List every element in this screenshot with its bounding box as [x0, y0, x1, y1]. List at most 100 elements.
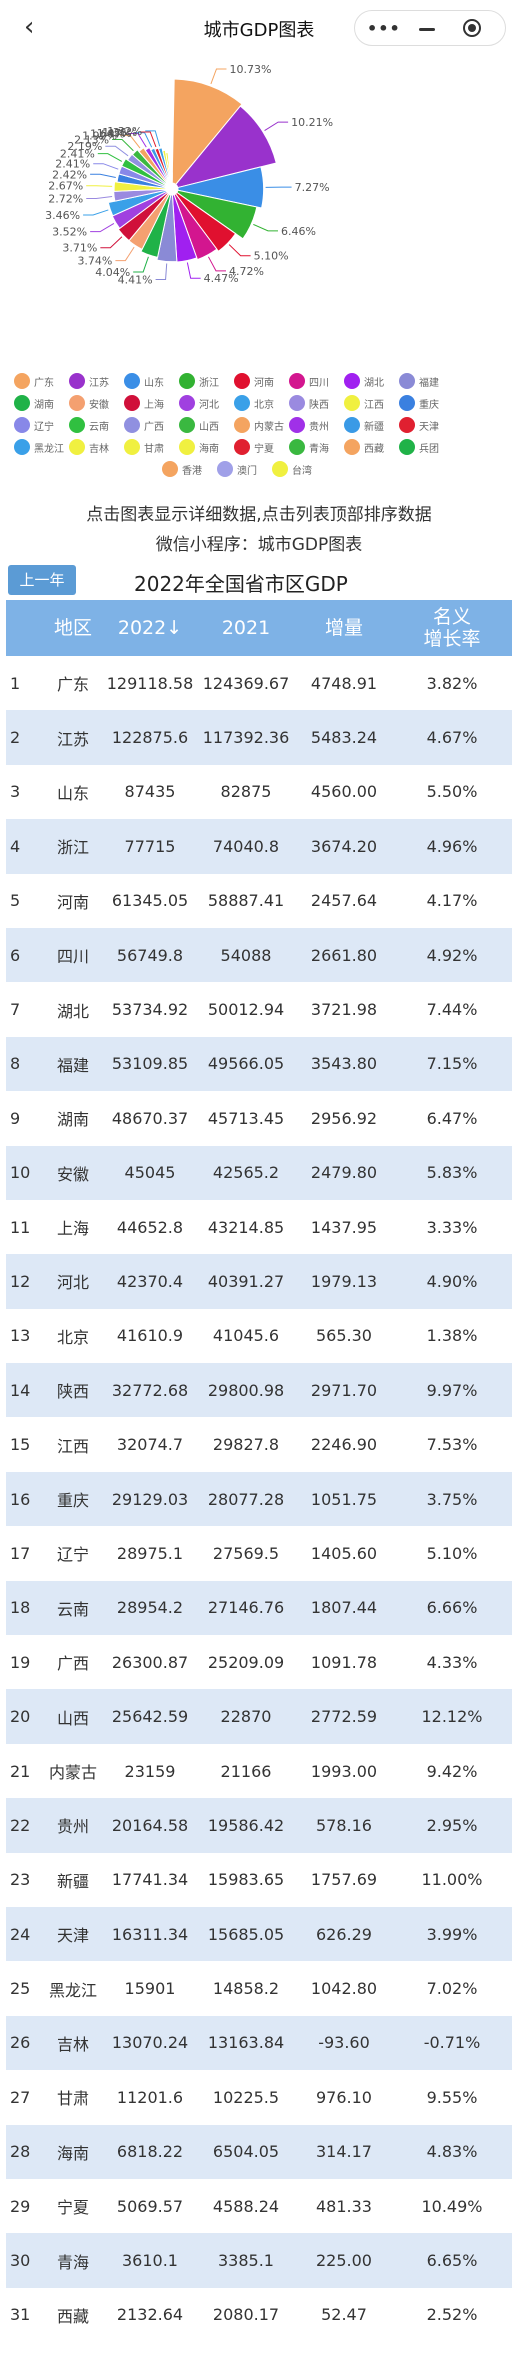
- table-row[interactable]: 10 安徽 45045 42565.2 2479.80 5.83%: [6, 1145, 512, 1200]
- legend-item[interactable]: 安徽: [69, 395, 124, 411]
- table-row[interactable]: 25 黑龙江 15901 14858.2 1042.80 7.02%: [6, 1961, 512, 2015]
- legend-item[interactable]: 天津: [399, 417, 454, 433]
- table-row[interactable]: 27 甘肃 11201.6 10225.5 976.10 9.55%: [6, 2070, 512, 2124]
- table-row[interactable]: 13 北京 41610.9 41045.6 565.30 1.38%: [6, 1309, 512, 1363]
- table-row[interactable]: 9 湖南 48670.37 45713.45 2956.92 6.47%: [6, 1091, 512, 1145]
- legend-item[interactable]: 西藏: [344, 439, 399, 455]
- legend-item[interactable]: 山东: [124, 373, 179, 389]
- pie-label-line: [253, 223, 278, 232]
- table-row[interactable]: 28 海南 6818.22 6504.05 314.17 4.83%: [6, 2124, 512, 2179]
- table-row[interactable]: 24 天津 16311.34 15685.05 626.29 3.99%: [6, 1906, 512, 1962]
- gdp-rose-pie-chart[interactable]: 10.73%10.21%7.27%6.46%5.10%4.72%4.47%4.4…: [0, 56, 518, 366]
- table-row[interactable]: 19 广西 26300.87 25209.09 1091.78 4.33%: [6, 1635, 512, 1689]
- legend-item[interactable]: 四川: [289, 373, 344, 389]
- cell-region: 安徽: [42, 1145, 104, 1200]
- legend-item[interactable]: 湖南: [14, 395, 69, 411]
- legend-dot-icon: [14, 417, 30, 433]
- header-2022[interactable]: 2022↓: [104, 600, 196, 656]
- cell-2022: 28975.1: [116, 1543, 184, 1563]
- legend-item[interactable]: 湖北: [344, 373, 399, 389]
- cell-2022: 25642.59: [104, 1689, 196, 1744]
- prev-year-button[interactable]: 上一年: [8, 565, 76, 595]
- legend-item[interactable]: 河南: [234, 373, 289, 389]
- legend-item[interactable]: 陕西: [289, 395, 344, 411]
- table-row[interactable]: 26 吉林 13070.24 13163.84 -93.60 -0.71%: [6, 2015, 512, 2071]
- legend-item[interactable]: 山西: [179, 417, 234, 433]
- legend-item[interactable]: 广东: [14, 373, 69, 389]
- table-row[interactable]: 6 四川 56749.8 54088 2661.80 4.92%: [6, 927, 512, 983]
- table-row[interactable]: 8 福建 53109.85 49566.05 3543.80 7.15%: [6, 1036, 512, 1092]
- table-row[interactable]: 11 上海 44652.8 43214.85 1437.95 3.33%: [6, 1200, 512, 1254]
- legend-dot-icon: [234, 417, 250, 433]
- legend-item[interactable]: 广西: [124, 417, 179, 433]
- header-region[interactable]: 地区: [42, 600, 104, 656]
- legend-item[interactable]: 江苏: [69, 373, 124, 389]
- table-row[interactable]: 29 宁夏 5069.57 4588.24 481.33 10.49%: [6, 2179, 512, 2233]
- legend-item[interactable]: 甘肃: [124, 439, 179, 455]
- legend-item[interactable]: 黑龙江: [14, 439, 69, 455]
- cell-2021: 15685.05: [196, 1906, 296, 1962]
- legend-item[interactable]: 河北: [179, 395, 234, 411]
- legend-dot-icon: [124, 439, 140, 455]
- record-close-icon[interactable]: [463, 19, 481, 37]
- legend-label: 兵团: [419, 443, 439, 455]
- cell-2022: 77715: [104, 819, 196, 874]
- pie-slice-label: 3.46%: [45, 209, 80, 222]
- legend-dot-icon: [217, 461, 233, 477]
- table-row[interactable]: 22 贵州 20164.58 19586.42 578.16 2.95%: [6, 1798, 512, 1853]
- table-row[interactable]: 4 浙江 77715 74040.8 3674.20 4.96%: [6, 819, 512, 874]
- table-row[interactable]: 2 江苏 122875.6 117392.36 5483.24 4.67%: [6, 710, 512, 765]
- legend-item[interactable]: 辽宁: [14, 417, 69, 433]
- legend-item[interactable]: 青海: [289, 439, 344, 455]
- cell-increase: 314.17: [296, 2124, 392, 2179]
- cell-2022: 15901: [124, 1979, 176, 1999]
- legend-item[interactable]: 云南: [69, 417, 124, 433]
- table-row[interactable]: 15 江西 32074.7 29827.8 2246.90 7.53%: [6, 1417, 512, 1471]
- table-row[interactable]: 30 青海 3610.1 3385.1 225.00 6.65%: [6, 2233, 512, 2288]
- legend-item[interactable]: 台湾: [272, 461, 327, 477]
- cell-2021: 3385.1: [196, 2233, 296, 2288]
- minimize-icon[interactable]: [419, 28, 435, 31]
- cell-region: 天津: [42, 1906, 104, 1962]
- legend-item[interactable]: 浙江: [179, 373, 234, 389]
- cell-2022: 61345.05: [111, 891, 189, 911]
- legend-item[interactable]: 内蒙古: [234, 417, 289, 433]
- legend-item[interactable]: 北京: [234, 395, 289, 411]
- legend-item[interactable]: 新疆: [344, 417, 399, 433]
- table-row[interactable]: 31 西藏 2132.64 2080.17 52.47 2.52%: [6, 2288, 512, 2342]
- legend-item[interactable]: 兵团: [399, 439, 454, 455]
- table-row[interactable]: 14 陕西 32772.68 29800.98 2971.70 9.97%: [6, 1363, 512, 1418]
- legend-item[interactable]: 宁夏: [234, 439, 289, 455]
- cell-region: 山西: [42, 1689, 104, 1744]
- table-row[interactable]: 3 山东 87435 82875 4560.00 5.50%: [6, 765, 512, 819]
- table-row[interactable]: 1 广东 129118.58 124369.67 4748.91 3.82%: [6, 656, 512, 710]
- legend-item[interactable]: 吉林: [69, 439, 124, 455]
- table-row[interactable]: 23 新疆 17741.34 15983.65 1757.69 11.00%: [6, 1853, 512, 1907]
- cell-2021: 15983.65: [207, 1870, 285, 1890]
- table-row[interactable]: 17 辽宁 28975.1 27569.5 1405.60 5.10%: [6, 1526, 512, 1580]
- table-row[interactable]: 12 河北 42370.4 40391.27 1979.13 4.90%: [6, 1254, 512, 1309]
- header-2021[interactable]: 2021: [196, 600, 296, 656]
- legend-item[interactable]: 海南: [179, 439, 234, 455]
- table-row[interactable]: 21 内蒙古 23159 21166 1993.00 9.42%: [6, 1744, 512, 1798]
- legend-item[interactable]: 福建: [399, 373, 454, 389]
- table-row[interactable]: 5 河南 61345.05 58887.41 2457.64 4.17%: [6, 874, 512, 928]
- header-growth-rate[interactable]: 名义 增长率: [392, 600, 512, 656]
- legend-item[interactable]: 上海: [124, 395, 179, 411]
- legend-dot-icon: [124, 395, 140, 411]
- table-row[interactable]: 20 山西 25642.59 22870 2772.59 12.12%: [6, 1689, 512, 1744]
- cell-growth-rate: 12.12%: [392, 1689, 512, 1744]
- legend-item[interactable]: 贵州: [289, 417, 344, 433]
- legend-row: 湖南 安徽 上海 河北 北京 陕西 江西 重庆: [14, 392, 514, 414]
- legend-item[interactable]: 澳门: [217, 461, 272, 477]
- table-row[interactable]: 18 云南 28954.2 27146.76 1807.44 6.66%: [6, 1580, 512, 1636]
- header-increase[interactable]: 增量: [296, 600, 392, 656]
- legend-item[interactable]: 香港: [162, 461, 217, 477]
- legend-dot-icon: [179, 373, 195, 389]
- table-row[interactable]: 7 湖北 53734.92 50012.94 3721.98 7.44%: [6, 982, 512, 1036]
- cell-rank: 24: [6, 1906, 42, 1962]
- more-dots-icon[interactable]: •••: [367, 19, 400, 38]
- table-row[interactable]: 16 重庆 29129.03 28077.28 1051.75 3.75%: [6, 1471, 512, 1527]
- legend-item[interactable]: 重庆: [399, 395, 454, 411]
- legend-item[interactable]: 江西: [344, 395, 399, 411]
